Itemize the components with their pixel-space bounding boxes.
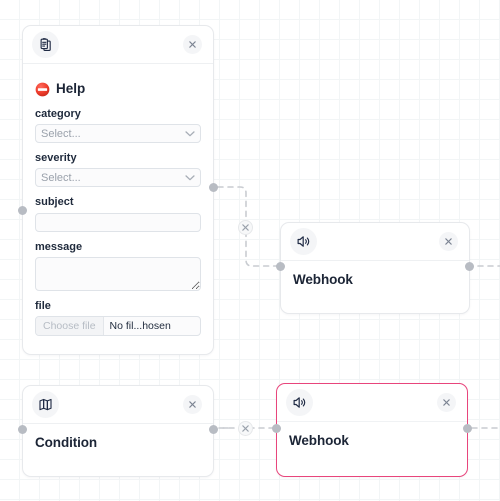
- node-close-button[interactable]: [183, 35, 202, 54]
- node-body: Condition: [23, 424, 213, 464]
- edge-delete-button[interactable]: [238, 220, 253, 235]
- clipboard-icon[interactable]: [32, 31, 59, 58]
- severity-select[interactable]: Select...: [35, 168, 201, 187]
- node-card-form[interactable]: Help category Select... severity Select.…: [18, 25, 218, 355]
- close-icon: [445, 238, 452, 245]
- close-icon: [242, 224, 249, 231]
- node-header: [23, 386, 213, 424]
- speaker-icon[interactable]: [290, 228, 317, 255]
- subject-input[interactable]: [35, 212, 201, 232]
- field-severity[interactable]: Select...: [35, 168, 201, 187]
- category-select[interactable]: Select...: [35, 124, 201, 143]
- node-title: Condition: [35, 435, 98, 450]
- flow-canvas[interactable]: Help category Select... severity Select.…: [0, 0, 500, 501]
- port-input[interactable]: [272, 424, 281, 433]
- close-icon: [189, 401, 196, 408]
- port-input[interactable]: [276, 262, 285, 271]
- port-output[interactable]: [209, 425, 218, 434]
- node-close-button[interactable]: [439, 232, 458, 251]
- speaker-icon[interactable]: [286, 389, 313, 416]
- port-input[interactable]: [18, 206, 27, 215]
- file-name-label: No fil...hosen: [109, 319, 171, 332]
- node-header: [277, 384, 467, 422]
- form-title: Help: [35, 80, 201, 98]
- edge-delete-button[interactable]: [238, 421, 253, 436]
- map-icon[interactable]: [32, 391, 59, 418]
- port-output[interactable]: [463, 424, 472, 433]
- port-input[interactable]: [18, 425, 27, 434]
- port-output[interactable]: [465, 262, 474, 271]
- node-card-webhook-2[interactable]: Webhook: [272, 383, 472, 477]
- field-label-category: category: [35, 108, 81, 120]
- close-icon: [242, 425, 249, 432]
- node-header: [23, 26, 213, 64]
- node-card-condition[interactable]: Condition: [18, 385, 218, 477]
- file-input[interactable]: Choose file No fil...hosen: [35, 315, 201, 336]
- node-body: Help category Select... severity Select.…: [23, 64, 213, 348]
- form-title-text: Help: [56, 81, 86, 96]
- node-header: [281, 223, 469, 261]
- node-body: Webhook: [281, 261, 469, 301]
- field-label-file: file: [35, 299, 51, 312]
- choose-file-button[interactable]: Choose file: [36, 316, 104, 335]
- field-label-severity: severity: [35, 152, 77, 164]
- close-icon: [189, 41, 196, 48]
- port-output[interactable]: [209, 183, 218, 192]
- node-close-button[interactable]: [437, 393, 456, 412]
- field-label-subject: subject: [35, 196, 74, 208]
- message-textarea[interactable]: [35, 256, 201, 291]
- node-title: Webhook: [293, 272, 353, 287]
- node-close-button[interactable]: [183, 395, 202, 414]
- no-entry-emoji: [35, 82, 50, 96]
- node-card-webhook-1[interactable]: Webhook: [276, 222, 474, 314]
- field-label-message: message: [35, 240, 83, 253]
- close-icon: [443, 399, 450, 406]
- node-title: Webhook: [289, 433, 349, 448]
- node-body: Webhook: [277, 422, 467, 462]
- field-category[interactable]: Select...: [35, 124, 201, 143]
